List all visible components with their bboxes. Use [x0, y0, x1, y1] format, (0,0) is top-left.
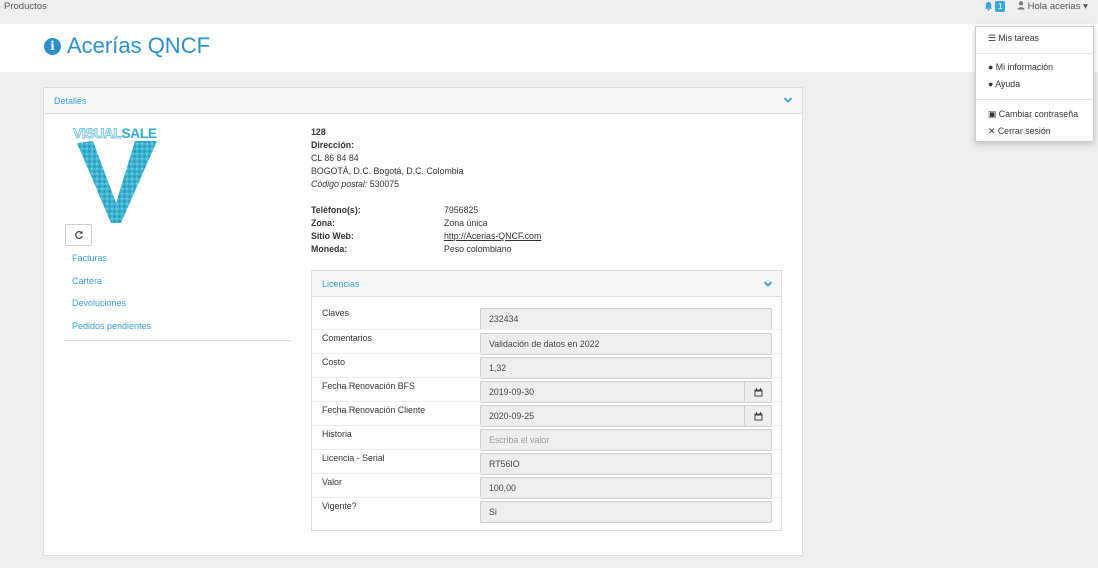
address-label: Dirección: — [311, 140, 355, 150]
caret-down-icon: ▾ — [1083, 1, 1088, 12]
field-label: Valor — [322, 477, 342, 487]
form-row-vigente: Vigente? Si — [312, 497, 781, 523]
details-panel: Detalles VISUALSALE Facturas Cartera Dev… — [43, 87, 803, 556]
details-title: Detalles — [54, 96, 87, 106]
field-key: Zona: — [311, 218, 335, 228]
company-code: 128 — [311, 127, 326, 137]
menu-item-cambiar-contrasena[interactable]: ▣ Cambiar contraseña — [988, 109, 1078, 120]
side-links: Facturas Cartera Devoluciones Pedidos pe… — [64, 250, 291, 341]
field-label: Licencia - Serial — [322, 453, 385, 463]
form-row-serial: Licencia - Serial RT56IO — [312, 449, 781, 475]
fecha-cliente-input[interactable]: 2020-09-25 — [480, 405, 772, 427]
user-dropdown-menu: ☰ Mis tareas ● Mi información ● Ayuda ▣ … — [975, 26, 1094, 142]
phone-value: 7956825 — [444, 205, 479, 215]
company-fields: Teléfono(s): 7956825 Zona: Zona única Siti… — [311, 204, 541, 256]
info-icon: ● — [988, 62, 994, 72]
field-label: Vigente? — [322, 501, 357, 511]
postal-value: 530075 — [369, 179, 400, 189]
menu-item-ayuda[interactable]: ● Ayuda — [988, 79, 1020, 89]
field-label: Historia — [322, 429, 352, 439]
link-devoluciones[interactable]: Devoluciones — [64, 295, 291, 318]
form-row-comentarios: Comentarios Validación de datos en 2022 — [312, 329, 781, 355]
menu-item-mis-tareas[interactable]: ☰ Mis tareas — [988, 33, 1039, 44]
page-title: Acerías QNCF — [67, 33, 211, 58]
user-icon — [1017, 1, 1028, 12]
calendar-icon[interactable] — [744, 382, 771, 402]
calendar-icon[interactable] — [744, 406, 771, 426]
top-bar: Productos 1 Hola acerias ▾ — [0, 0, 1098, 24]
company-logo: VISUALSALE — [72, 125, 159, 225]
chevron-down-icon[interactable] — [762, 278, 774, 290]
address-line1: CL 86 84 84 — [311, 153, 359, 163]
form-row-valor: Valor 100,00 — [312, 473, 781, 499]
chevron-down-icon[interactable] — [782, 94, 794, 106]
form-row-fecha-bfs: Fecha Renovación BFS 2019-09-30 — [312, 377, 781, 403]
address-line2: BOGOTÁ, D.C. Bogotá, D.C. Colombia — [311, 166, 464, 176]
website-link[interactable]: http://Acerias-QNCF.com — [444, 231, 541, 241]
field-key: Moneda: — [311, 244, 348, 254]
menu-item-mi-informacion[interactable]: ● Mi información — [988, 62, 1053, 72]
serial-input[interactable]: RT56IO — [480, 453, 772, 475]
close-icon: ✕ — [988, 126, 996, 136]
licencias-title: Licencias — [322, 279, 360, 289]
field-label: Fecha Renovación Cliente — [322, 405, 426, 415]
field-key: Teléfono(s): — [311, 205, 361, 215]
list-icon: ☰ — [988, 33, 996, 43]
bell-icon[interactable] — [984, 1, 993, 13]
info-icon: i — [44, 37, 61, 55]
productos-link[interactable]: Productos — [4, 1, 47, 12]
link-cartera[interactable]: Cartera — [64, 273, 291, 296]
refresh-icon — [74, 230, 83, 240]
question-icon: ● — [988, 79, 994, 89]
claves-input[interactable]: 232434 — [480, 308, 772, 330]
form-row-fecha-cliente: Fecha Renovación Cliente 2020-09-25 — [312, 401, 781, 427]
field-label: Costo — [322, 357, 345, 367]
costo-input[interactable]: 1,32 — [480, 357, 772, 379]
company-address: 128 Dirección: CL 86 84 84 BOGOTÁ, D.C. … — [311, 126, 464, 191]
licencias-panel-header[interactable]: Licencias — [312, 271, 781, 297]
historia-input[interactable]: Escriba el valor — [480, 429, 772, 451]
fecha-bfs-input[interactable]: 2019-09-30 — [480, 381, 772, 403]
currency-value: Peso colombiano — [444, 244, 512, 254]
valor-input[interactable]: 100,00 — [480, 477, 772, 499]
form-row-historia: Historia Escriba el valor — [312, 425, 781, 451]
form-row-costo: Costo 1,32 — [312, 353, 781, 379]
form-row-claves: Claves 232434 — [312, 305, 781, 330]
notification-badge[interactable]: 1 — [995, 1, 1006, 12]
user-greeting: Hola acerias — [1027, 1, 1081, 12]
comentarios-input[interactable]: Validación de datos en 2022 — [480, 333, 772, 355]
page-header: i Acerías QNCF — [0, 24, 1098, 72]
lock-icon: ▣ — [988, 109, 997, 119]
user-menu-toggle[interactable]: Hola acerias ▾ — [1017, 1, 1088, 12]
field-label: Claves — [322, 308, 349, 318]
vigente-input[interactable]: Si — [480, 501, 772, 523]
licencias-panel: Licencias Claves 232434 Comentarios Vali… — [311, 270, 782, 531]
link-pedidos-pendientes[interactable]: Pedidos pendientes — [64, 318, 291, 341]
menu-item-cerrar-sesion[interactable]: ✕ Cerrar sesión — [988, 126, 1051, 137]
postal-label: Código postal: — [311, 179, 368, 189]
field-label: Comentarios — [322, 333, 372, 343]
refresh-button[interactable] — [65, 224, 92, 246]
link-facturas[interactable]: Facturas — [64, 250, 291, 273]
field-label: Fecha Renovación BFS — [322, 381, 415, 391]
zone-value: Zona única — [444, 218, 488, 228]
details-panel-header[interactable]: Detalles — [44, 88, 802, 114]
field-key: Sitio Web: — [311, 231, 354, 241]
